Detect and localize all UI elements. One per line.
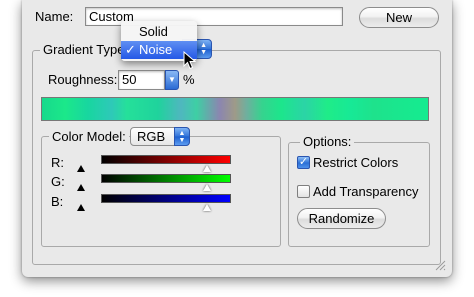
randomize-button[interactable]: Randomize xyxy=(297,208,386,229)
resize-grip-icon[interactable] xyxy=(435,260,446,271)
color-model-select[interactable]: RGB ▲ ▼ xyxy=(130,127,190,146)
add-transparency-checkbox[interactable] xyxy=(297,185,310,198)
roughness-dropdown-button[interactable]: ▼ xyxy=(165,70,179,90)
color-model-value: RGB xyxy=(137,129,166,144)
chevron-down-icon: ▼ xyxy=(168,75,176,84)
gradient-preview-bar[interactable] xyxy=(41,97,429,121)
channel-b-min-stop[interactable] xyxy=(77,204,85,211)
add-transparency-label: Add Transparency xyxy=(313,184,419,199)
checkmark-icon: ✓ xyxy=(298,156,309,168)
options-label: Options: xyxy=(300,134,355,149)
color-model-groupbox xyxy=(41,136,281,247)
channel-b-label: B: xyxy=(51,194,64,209)
check-icon: ✓ xyxy=(125,42,136,57)
channel-r-label: R: xyxy=(51,155,64,170)
channel-r-max-stop[interactable] xyxy=(203,165,211,172)
updown-arrows-icon: ▲ ▼ xyxy=(174,127,190,146)
roughness-unit: % xyxy=(183,72,195,87)
roughness-label: Roughness: xyxy=(48,72,118,87)
channel-g-label: G: xyxy=(51,174,65,189)
channel-r-slider[interactable] xyxy=(101,155,231,164)
menu-item-solid[interactable]: Solid xyxy=(121,23,197,41)
channel-g-slider[interactable] xyxy=(101,174,231,183)
name-label: Name: xyxy=(35,9,74,24)
menu-item-noise-label: Noise xyxy=(139,42,173,57)
randomize-button-label: Randomize xyxy=(308,211,375,226)
gradient-type-label: Gradient Type: xyxy=(40,42,132,57)
channel-g-max-stop[interactable] xyxy=(203,184,211,191)
new-button-label: New xyxy=(385,10,412,25)
channel-g-min-stop[interactable] xyxy=(77,184,85,191)
gradient-editor-dialog: Name: Custom New Gradient Type: Roughnes… xyxy=(22,0,452,277)
color-model-label: Color Model: xyxy=(49,129,129,144)
updown-arrows-icon: ▲ ▼ xyxy=(200,42,207,56)
restrict-colors-checkbox[interactable]: ✓ xyxy=(297,156,310,169)
arrow-cursor-icon xyxy=(183,51,197,70)
roughness-value: 50 xyxy=(122,72,137,87)
menu-item-solid-label: Solid xyxy=(139,24,168,39)
channel-b-slider[interactable] xyxy=(101,194,231,203)
channel-r-min-stop[interactable] xyxy=(77,165,85,172)
new-button[interactable]: New xyxy=(359,7,439,28)
roughness-input[interactable]: 50 xyxy=(118,70,165,90)
channel-b-max-stop[interactable] xyxy=(203,204,211,211)
restrict-colors-label: Restrict Colors xyxy=(313,155,399,170)
